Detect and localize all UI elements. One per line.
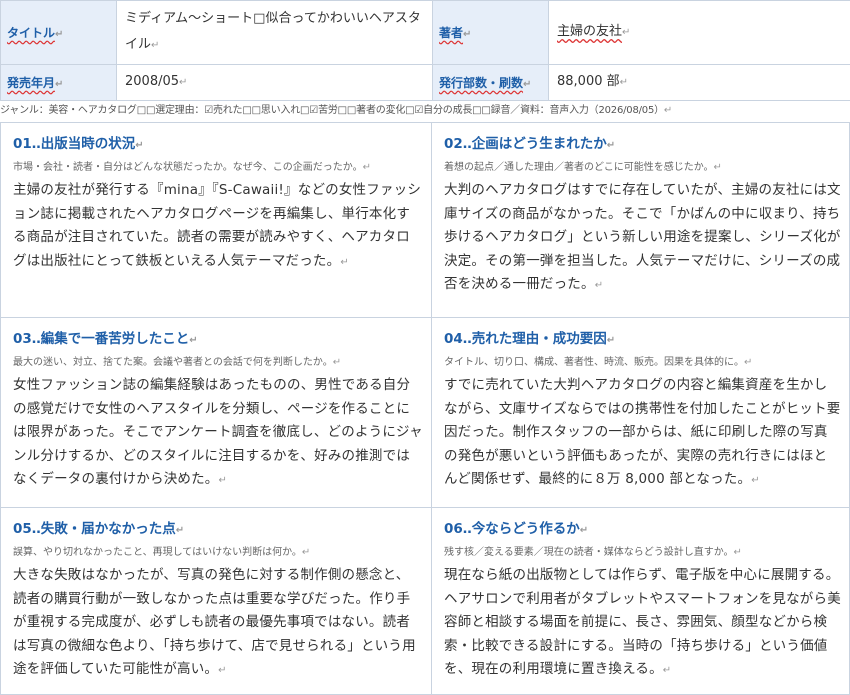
section-04[interactable]: 04‥売れた理由・成功要因↵ タイトル、切り口、構成、著者性、時流、販売。因果を… — [431, 317, 850, 508]
section-05[interactable]: 05‥失敗・届かなかった点↵ 誤算、やり切れなかったこと、再現してはいけない判断… — [0, 507, 432, 695]
section-body: すでに売れていた大判ヘアカタログの内容と編集資産を生かしながら、文庫サイズならで… — [444, 377, 841, 487]
metadata-table: タイトル↵ ミディアム～ショート□似合ってかわいいヘアスタイル↵ 著者↵ 主婦の… — [0, 0, 850, 101]
author-value: 主婦の友社 — [557, 24, 623, 39]
section-body: 大判のヘアカタログはすでに存在していたが、主婦の友社には文庫サイズの商品がなかっ… — [444, 182, 841, 292]
return-mark: ↵ — [218, 475, 228, 486]
return-mark: ↵ — [606, 140, 616, 151]
date-label-cell: 発売年月↵ — [0, 64, 117, 101]
section-heading: 03‥編集で一番苦労したこと — [13, 331, 190, 347]
return-mark: ↵ — [663, 105, 673, 116]
return-mark: ↵ — [606, 335, 616, 346]
date-value-cell[interactable]: 2008/05↵ — [116, 64, 433, 101]
return-mark: ↵ — [463, 29, 472, 40]
section-03[interactable]: 03‥編集で一番苦労したこと↵ 最大の迷い、対立、捨てた案。会議や著者との会話で… — [0, 317, 432, 508]
return-mark: ↵ — [301, 547, 311, 558]
return-mark: ↵ — [662, 665, 672, 676]
return-mark: ↵ — [579, 525, 589, 536]
section-heading: 04‥売れた理由・成功要因 — [444, 331, 607, 347]
circulation-label-cell: 発行部数・刷数↵ — [432, 64, 549, 101]
date-label: 発売年月 — [7, 76, 56, 90]
genre-note[interactable]: ジャンル：美容・ヘアカタログ□□選定理由：☑売れた□□思い入れ□☑苦労□□著者の… — [0, 101, 850, 121]
return-mark: ↵ — [622, 27, 631, 38]
circulation-value: 88,000 部 — [557, 74, 620, 89]
section-heading: 05‥失敗・届かなかった点 — [13, 521, 176, 537]
return-mark: ↵ — [151, 40, 160, 51]
return-mark: ↵ — [175, 525, 185, 536]
section-prompt: 最大の迷い、対立、捨てた案。会議や著者との会話で何を判断したか。 — [13, 357, 333, 368]
section-body: 主婦の友社が発行する『mina』『S-Cawaii!』などの女性ファッション誌に… — [13, 182, 422, 269]
return-mark: ↵ — [713, 162, 722, 173]
section-body: 現在なら紙の出版物としては作らず、電子版を中心に展開する。ヘアサロンで利用者がタ… — [444, 567, 841, 677]
section-body: 女性ファッション誌の編集経験はあったものの、男性である自分の感覚だけで女性のヘア… — [13, 377, 423, 487]
section-06[interactable]: 06‥今ならどう作るか↵ 残す核／変える要素／現在の読者・媒体ならどう設計し直す… — [431, 507, 850, 695]
return-mark: ↵ — [751, 475, 760, 486]
title-value-cell[interactable]: ミディアム～ショート□似合ってかわいいヘアスタイル↵ — [116, 0, 433, 65]
section-prompt: タイトル、切り口、構成、著者性、時流、販売。因果を具体的に。 — [444, 357, 744, 368]
circulation-label: 発行部数・刷数 — [439, 76, 524, 90]
author-value-cell[interactable]: 主婦の友社↵ — [548, 0, 850, 65]
title-label-cell: タイトル↵ — [0, 0, 117, 65]
return-mark: ↵ — [332, 357, 342, 368]
section-prompt: 市場・会社・読者・自分はどんな状態だったか。なぜ今、この企画だったか。 — [13, 162, 363, 173]
section-heading: 01‥出版当時の状況 — [13, 136, 136, 152]
title-value: ミディアム～ショート□似合ってかわいいヘアスタイル — [125, 11, 421, 52]
return-mark: ↵ — [744, 357, 753, 368]
return-mark: ↵ — [135, 140, 144, 151]
circulation-value-cell[interactable]: 88,000 部↵ — [548, 64, 850, 101]
section-02[interactable]: 02‥企画はどう生まれたか↵ 着想の起点／通した理由／著者のどこに可能性を感じた… — [431, 122, 850, 318]
return-mark: ↵ — [733, 547, 742, 558]
author-label: 著者 — [439, 26, 464, 40]
sections-grid: 01‥出版当時の状況↵ 市場・会社・読者・自分はどんな状態だったか。なぜ今、この… — [0, 122, 850, 695]
return-mark: ↵ — [362, 162, 371, 173]
return-mark: ↵ — [340, 256, 349, 268]
return-mark: ↵ — [55, 79, 64, 90]
return-mark: ↵ — [218, 665, 227, 676]
title-label: タイトル — [7, 26, 56, 40]
return-mark: ↵ — [523, 79, 532, 90]
return-mark: ↵ — [179, 77, 188, 88]
return-mark: ↵ — [619, 77, 629, 88]
section-heading: 02‥企画はどう生まれたか — [444, 136, 607, 152]
section-body: 大きな失敗はなかったが、写真の発色に対する制作側の懸念と、読者の購買行動が一致し… — [13, 567, 416, 677]
return-mark: ↵ — [55, 29, 64, 40]
return-mark: ↵ — [189, 335, 198, 346]
genre-note-text: ジャンル：美容・ヘアカタログ□□選定理由：☑売れた□□思い入れ□☑苦労□□著者の… — [0, 105, 664, 116]
date-value: 2008/05 — [125, 74, 180, 89]
section-01[interactable]: 01‥出版当時の状況↵ 市場・会社・読者・自分はどんな状態だったか。なぜ今、この… — [0, 122, 432, 318]
return-mark: ↵ — [594, 280, 604, 291]
section-prompt: 残す核／変える要素／現在の読者・媒体ならどう設計し直すか。 — [444, 547, 734, 558]
section-prompt: 着想の起点／通した理由／著者のどこに可能性を感じたか。 — [444, 162, 714, 173]
section-prompt: 誤算、やり切れなかったこと、再現してはいけない判断は何か。 — [13, 547, 302, 558]
section-heading: 06‥今ならどう作るか — [444, 521, 580, 537]
author-label-cell: 著者↵ — [432, 0, 549, 65]
